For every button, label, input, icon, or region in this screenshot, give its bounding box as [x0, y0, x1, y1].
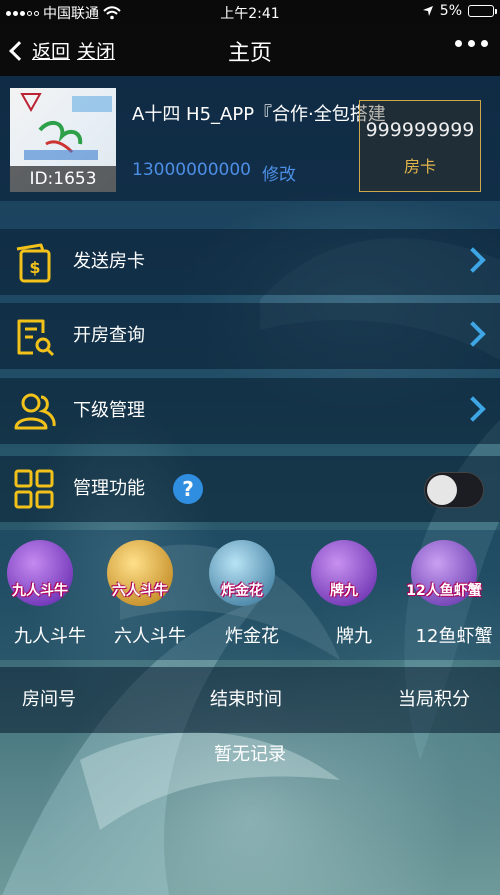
- user-id-label: ID:1653: [10, 166, 116, 192]
- room-card-label: 房卡: [403, 157, 436, 176]
- game-list: 九人斗牛 九人斗牛 六人斗牛 六人斗牛 炸金花 炸金花 牌九 牌九 12人鱼虾蟹…: [0, 530, 500, 660]
- chevron-right-icon: [460, 247, 486, 273]
- room-card-count: 999999999: [365, 119, 475, 141]
- avatar[interactable]: ID:1653: [10, 88, 116, 192]
- game-six-niuniu[interactable]: 六人斗牛 六人斗牛: [100, 530, 200, 660]
- game-paijiu[interactable]: 牌九 牌九: [304, 530, 404, 660]
- users-icon: [14, 393, 56, 430]
- edit-profile-link[interactable]: 修改: [262, 160, 296, 185]
- menu-label-room-query: 开房查询: [73, 325, 145, 346]
- help-icon[interactable]: ?: [173, 474, 203, 504]
- more-dots-icon: [455, 40, 462, 47]
- location-arrow-icon: [422, 6, 433, 16]
- chevron-left-icon: [9, 40, 29, 61]
- menu-label-send-card: 发送房卡: [73, 251, 145, 272]
- page-title: 主页: [227, 41, 272, 66]
- game-name: 牌九: [336, 626, 372, 647]
- status-bar: 中国联通 上午2:41 5%: [0, 0, 500, 24]
- battery-percent: 5%: [439, 3, 462, 19]
- game-name: 炸金花: [225, 626, 279, 647]
- more-dot: [481, 40, 488, 47]
- back-button[interactable]: 返回: [8, 37, 70, 64]
- game-name: 12鱼虾蟹: [415, 626, 493, 647]
- game-name: 六人斗牛: [114, 626, 186, 647]
- svg-text:$: $: [29, 258, 40, 277]
- menu-label-sub-manage: 下级管理: [73, 400, 145, 421]
- room-card-balance[interactable]: 999999999 房卡: [359, 100, 481, 192]
- game-zhajinhua[interactable]: 炸金花 炸金花: [202, 530, 302, 660]
- chevron-right-icon: [460, 396, 486, 422]
- more-options-button[interactable]: [455, 40, 488, 47]
- records-empty-text: 暂无记录: [214, 744, 286, 765]
- close-button[interactable]: 关闭: [77, 37, 115, 64]
- more-dot: [468, 40, 475, 47]
- menu-send-room-card[interactable]: $ 发送房卡: [0, 229, 500, 295]
- records-header: 房间号 结束时间 当局积分: [0, 667, 500, 733]
- battery-icon: [468, 5, 497, 17]
- game-tag: 六人斗牛: [112, 583, 168, 599]
- col-end-time: 结束时间: [210, 689, 282, 710]
- menu-label-admin-function: 管理功能: [73, 478, 145, 499]
- game-tag: 炸金花: [221, 583, 263, 599]
- admin-function-toggle[interactable]: [424, 472, 484, 508]
- game-tag: 九人斗牛: [12, 583, 68, 599]
- game-tag: 12人鱼虾蟹: [406, 583, 482, 599]
- chevron-right-icon: [460, 321, 486, 347]
- game-tag: 牌九: [330, 583, 358, 599]
- game-fish-shrimp-crab[interactable]: 12人鱼虾蟹 12鱼虾蟹: [404, 530, 500, 660]
- col-room-number: 房间号: [22, 689, 76, 710]
- navigation-bar: 返回 关闭 主页: [0, 24, 500, 76]
- menu-room-query[interactable]: 开房查询: [0, 303, 500, 369]
- game-nine-niuniu[interactable]: 九人斗牛 九人斗牛: [0, 530, 100, 660]
- profile-phone: 13000000000: [132, 160, 251, 180]
- back-label: 返回: [32, 41, 71, 63]
- grid-icon: [14, 469, 54, 509]
- toggle-knob: [427, 475, 457, 505]
- col-round-score: 当局积分: [398, 689, 470, 710]
- menu-subordinate-manage[interactable]: 下级管理: [0, 378, 500, 444]
- money-card-icon: $: [16, 243, 51, 283]
- document-search-icon: [17, 319, 55, 357]
- game-name: 九人斗牛: [14, 626, 86, 647]
